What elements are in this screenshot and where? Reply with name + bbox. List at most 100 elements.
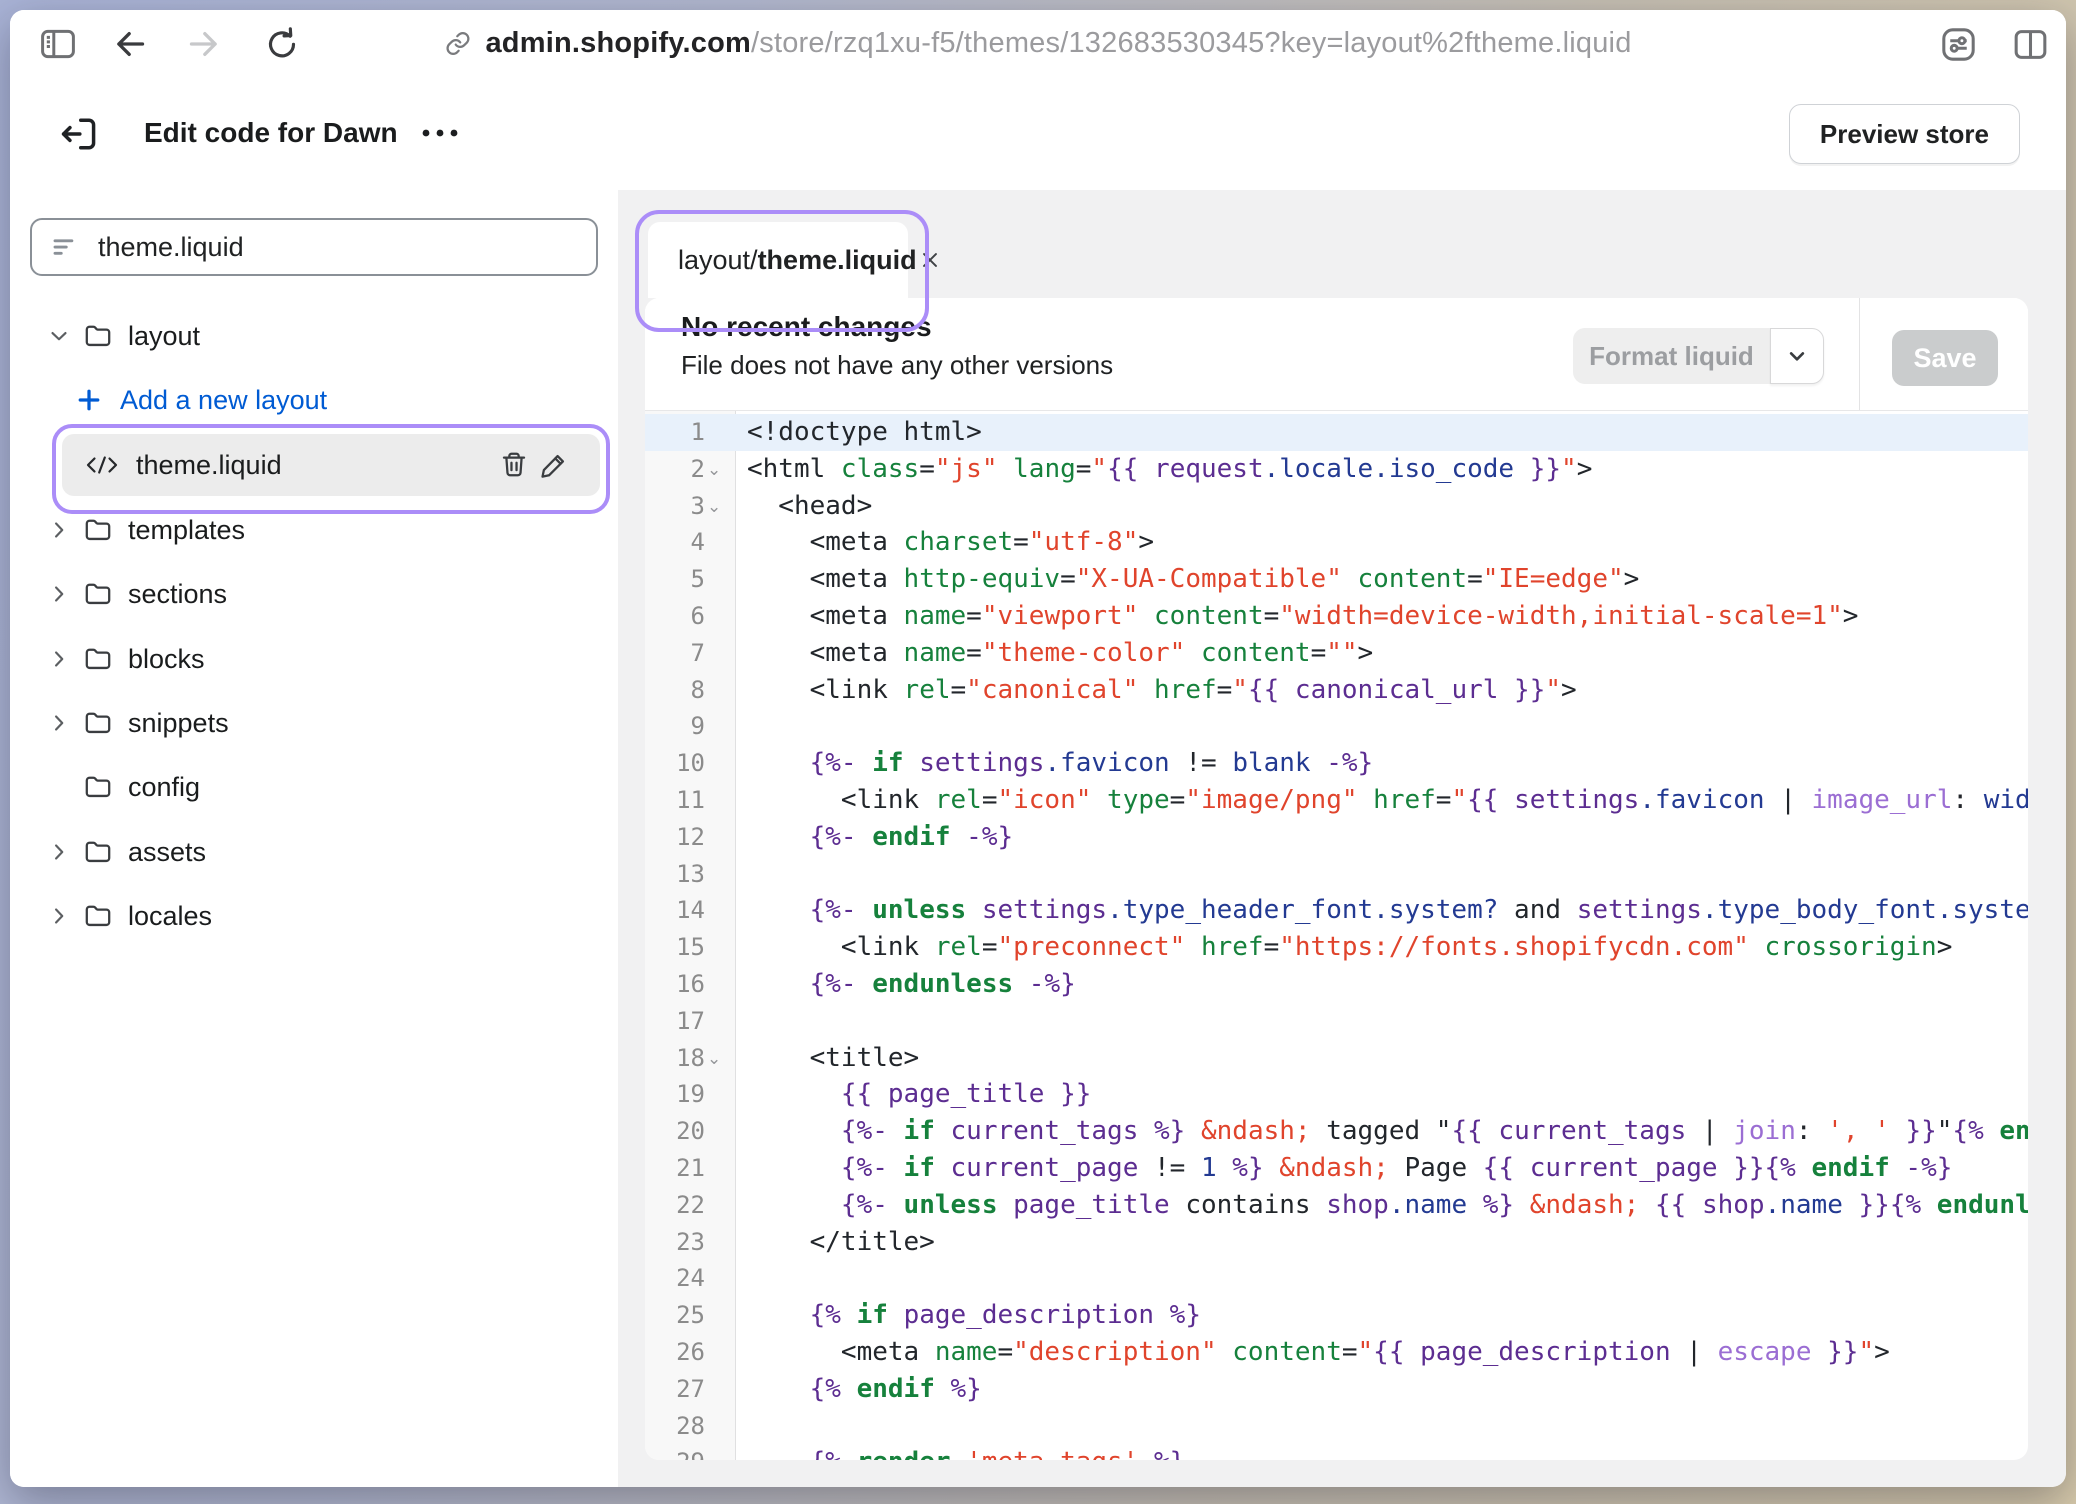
line-number: 24 — [645, 1260, 705, 1297]
code-line-29[interactable]: 29 {% render 'meta-tags' %} — [645, 1444, 2028, 1460]
line-number: 1 — [645, 414, 705, 451]
line-number: 8 — [645, 672, 705, 709]
code-text: <meta name="description" content="{{ pag… — [747, 1334, 1890, 1371]
close-tab-icon[interactable] — [917, 247, 943, 273]
sidebar-item-layout[interactable]: layout — [10, 313, 618, 359]
folder-icon — [82, 578, 114, 610]
code-text: <link rel="preconnect" href="https://fon… — [747, 929, 1952, 966]
code-line-4[interactable]: 4 <meta charset="utf-8"> — [645, 524, 2028, 561]
sidebar-item-assets[interactable]: assets — [10, 829, 618, 875]
fold-toggle-icon[interactable]: ⌄ — [707, 452, 721, 489]
rename-file-icon[interactable] — [534, 445, 574, 485]
url-bar[interactable]: admin.shopify.com/store/rzq1xu-f5/themes… — [444, 10, 1631, 76]
code-line-18[interactable]: 18⌄ <title> — [645, 1040, 2028, 1077]
delete-file-icon[interactable] — [494, 445, 534, 485]
code-line-15[interactable]: 15 <link rel="preconnect" href="https://… — [645, 929, 2028, 966]
folder-label: layout — [128, 321, 200, 352]
line-number: 18 — [645, 1040, 705, 1077]
code-line-19[interactable]: 19 {{ page_title }} — [645, 1076, 2028, 1113]
code-line-28[interactable]: 28 — [645, 1408, 2028, 1445]
sidebar-item-config[interactable]: config — [10, 764, 618, 810]
code-line-10[interactable]: 10 {%- if settings.favicon != blank -%} — [645, 745, 2028, 782]
folder-label: locales — [128, 901, 212, 932]
sidebar-item-sections[interactable]: sections — [10, 571, 618, 617]
page-title: Edit code for Dawn — [144, 117, 398, 149]
app-header: Edit code for Dawn Preview store — [10, 76, 2066, 190]
folder-label: blocks — [128, 644, 205, 675]
sidebar-item-templates[interactable]: templates — [10, 507, 618, 553]
sidebar-item-theme.liquid[interactable]: theme.liquid — [62, 434, 600, 496]
forward-icon[interactable] — [182, 22, 226, 66]
sidebar-toggle-icon[interactable] — [36, 22, 80, 66]
fold-toggle-icon[interactable]: ⌄ — [707, 1041, 721, 1078]
code-line-9[interactable]: 9 — [645, 708, 2028, 745]
line-number: 13 — [645, 856, 705, 893]
exit-editor-icon[interactable] — [54, 110, 102, 158]
code-text: {% endif %} — [747, 1371, 982, 1408]
line-number: 6 — [645, 598, 705, 635]
code-text: <html class="js" lang="{{ request.locale… — [747, 451, 1592, 488]
sidebar-item-snippets[interactable]: snippets — [10, 700, 618, 746]
chevron-right-icon[interactable] — [44, 646, 74, 672]
chevron-right-icon[interactable] — [44, 710, 74, 736]
editor-header: No recent changes File does not have any… — [645, 298, 2028, 411]
code-line-5[interactable]: 5 <meta http-equiv="X-UA-Compatible" con… — [645, 561, 2028, 598]
chevron-down-icon — [1783, 342, 1811, 370]
header-divider — [1859, 298, 1860, 410]
code-line-14[interactable]: 14 {%- unless settings.type_header_font.… — [645, 892, 2028, 929]
split-view-icon[interactable] — [2008, 22, 2052, 66]
code-line-24[interactable]: 24 — [645, 1260, 2028, 1297]
code-line-26[interactable]: 26 <meta name="description" content="{{ … — [645, 1334, 2028, 1371]
format-liquid-button[interactable]: Format liquid — [1573, 328, 1770, 384]
save-button[interactable]: Save — [1892, 330, 1998, 386]
line-number: 7 — [645, 635, 705, 672]
code-text: </title> — [747, 1224, 935, 1261]
chevron-right-icon[interactable] — [44, 903, 74, 929]
code-text: <title> — [747, 1040, 919, 1077]
code-line-20[interactable]: 20 {%- if current_tags %} &ndash; tagged… — [645, 1113, 2028, 1150]
folder-label: snippets — [128, 708, 229, 739]
code-line-21[interactable]: 21 {%- if current_page != 1 %} &ndash; P… — [645, 1150, 2028, 1187]
code-line-16[interactable]: 16 {%- endunless -%} — [645, 966, 2028, 1003]
code-line-7[interactable]: 7 <meta name="theme-color" content=""> — [645, 635, 2028, 672]
code-line-2[interactable]: 2⌄<html class="js" lang="{{ request.loca… — [645, 451, 2028, 488]
page-settings-icon[interactable] — [1936, 22, 1980, 66]
code-line-1[interactable]: 1<!doctype html> — [645, 414, 2028, 451]
code-line-17[interactable]: 17 — [645, 1003, 2028, 1040]
code-text: <meta name="viewport" content="width=dev… — [747, 598, 1858, 635]
line-number: 21 — [645, 1150, 705, 1187]
code-text: {% render 'meta-tags' %} — [747, 1444, 1185, 1460]
more-actions-icon[interactable] — [414, 113, 466, 153]
tab-layout-theme-liquid[interactable]: layout/theme.liquid — [648, 222, 908, 298]
code-line-13[interactable]: 13 — [645, 856, 2028, 893]
sidebar-item-blocks[interactable]: blocks — [10, 636, 618, 682]
sidebar-item-add-a-new-layout[interactable]: Add a new layout — [10, 377, 618, 423]
code-text: {{ page_title }} — [747, 1076, 1091, 1113]
back-icon[interactable] — [108, 22, 152, 66]
browser-window: admin.shopify.com/store/rzq1xu-f5/themes… — [10, 10, 2066, 1487]
code-line-22[interactable]: 22 {%- unless page_title contains shop.n… — [645, 1187, 2028, 1224]
code-line-23[interactable]: 23 </title> — [645, 1224, 2028, 1261]
preview-store-button[interactable]: Preview store — [1789, 104, 2020, 164]
chevron-right-icon[interactable] — [44, 839, 74, 865]
code-line-8[interactable]: 8 <link rel="canonical" href="{{ canonic… — [645, 672, 2028, 709]
reload-icon[interactable] — [260, 22, 304, 66]
code-line-25[interactable]: 25 {% if page_description %} — [645, 1297, 2028, 1334]
chevron-right-icon[interactable] — [44, 517, 74, 543]
format-options-button[interactable] — [1770, 328, 1824, 384]
chevron-right-icon[interactable] — [44, 581, 74, 607]
code-editor[interactable]: 1<!doctype html>2⌄<html class="js" lang=… — [645, 410, 2028, 1460]
code-line-27[interactable]: 27 {% endif %} — [645, 1371, 2028, 1408]
code-text: {%- unless settings.type_header_font.sys… — [747, 892, 2028, 929]
sidebar-item-locales[interactable]: locales — [10, 893, 618, 939]
fold-toggle-icon[interactable]: ⌄ — [707, 489, 721, 526]
code-line-3[interactable]: 3⌄ <head> — [645, 488, 2028, 525]
code-line-12[interactable]: 12 {%- endif -%} — [645, 819, 2028, 856]
folder-icon — [82, 643, 114, 675]
chevron-down-icon[interactable] — [44, 323, 74, 349]
search-input[interactable] — [96, 231, 578, 264]
line-number: 4 — [645, 524, 705, 561]
code-line-11[interactable]: 11 <link rel="icon" type="image/png" hre… — [645, 782, 2028, 819]
file-search[interactable] — [30, 218, 598, 276]
code-line-6[interactable]: 6 <meta name="viewport" content="width=d… — [645, 598, 2028, 635]
